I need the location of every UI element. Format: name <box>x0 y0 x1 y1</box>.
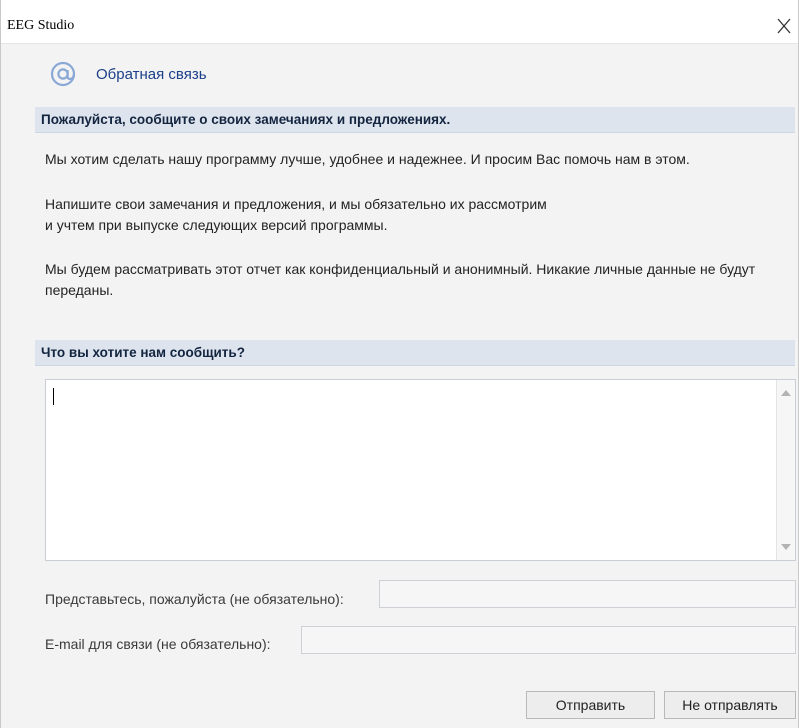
scroll-up-icon[interactable] <box>781 390 791 396</box>
message-section-heading: Что вы хотите нам сообщить? <box>41 345 245 360</box>
message-textarea[interactable] <box>45 379 796 561</box>
message-scrollbar[interactable] <box>776 380 795 560</box>
intro-paragraph-1: Мы хотим сделать нашу программу лучше, у… <box>45 151 690 167</box>
intro-section-heading: Пожалуйста, сообщите о своих замечаниях … <box>41 112 451 127</box>
text-caret <box>53 388 54 405</box>
intro-paragraph-2: Напишите свои замечания и предложения, и… <box>45 196 547 233</box>
title-bar: EEG Studio <box>1 0 798 44</box>
email-input[interactable] <box>301 626 796 654</box>
at-sign-icon <box>49 60 77 88</box>
name-field-label: Представьтесь, пожалуйста (не обязательн… <box>45 591 344 607</box>
name-input[interactable] <box>379 580 796 608</box>
scroll-down-icon[interactable] <box>781 544 791 550</box>
dont-send-button[interactable]: Не отправлять <box>664 691 796 719</box>
message-section-header: Что вы хотите нам сообщить? <box>35 340 795 366</box>
close-icon[interactable] <box>772 10 796 38</box>
feedback-dialog-window: EEG Studio Обратная связь Пожалуйста, со… <box>0 0 799 728</box>
dialog-header: Обратная связь <box>1 44 798 104</box>
email-field-label: E-mail для связи (не обязательно): <box>45 636 271 652</box>
intro-paragraph-3: Мы будем рассматривать этот отчет как ко… <box>45 261 756 298</box>
dialog-title: Обратная связь <box>96 66 207 83</box>
intro-section-header: Пожалуйста, сообщите о своих замечаниях … <box>35 107 795 133</box>
window-title: EEG Studio <box>7 18 75 33</box>
send-button[interactable]: Отправить <box>526 691 655 719</box>
